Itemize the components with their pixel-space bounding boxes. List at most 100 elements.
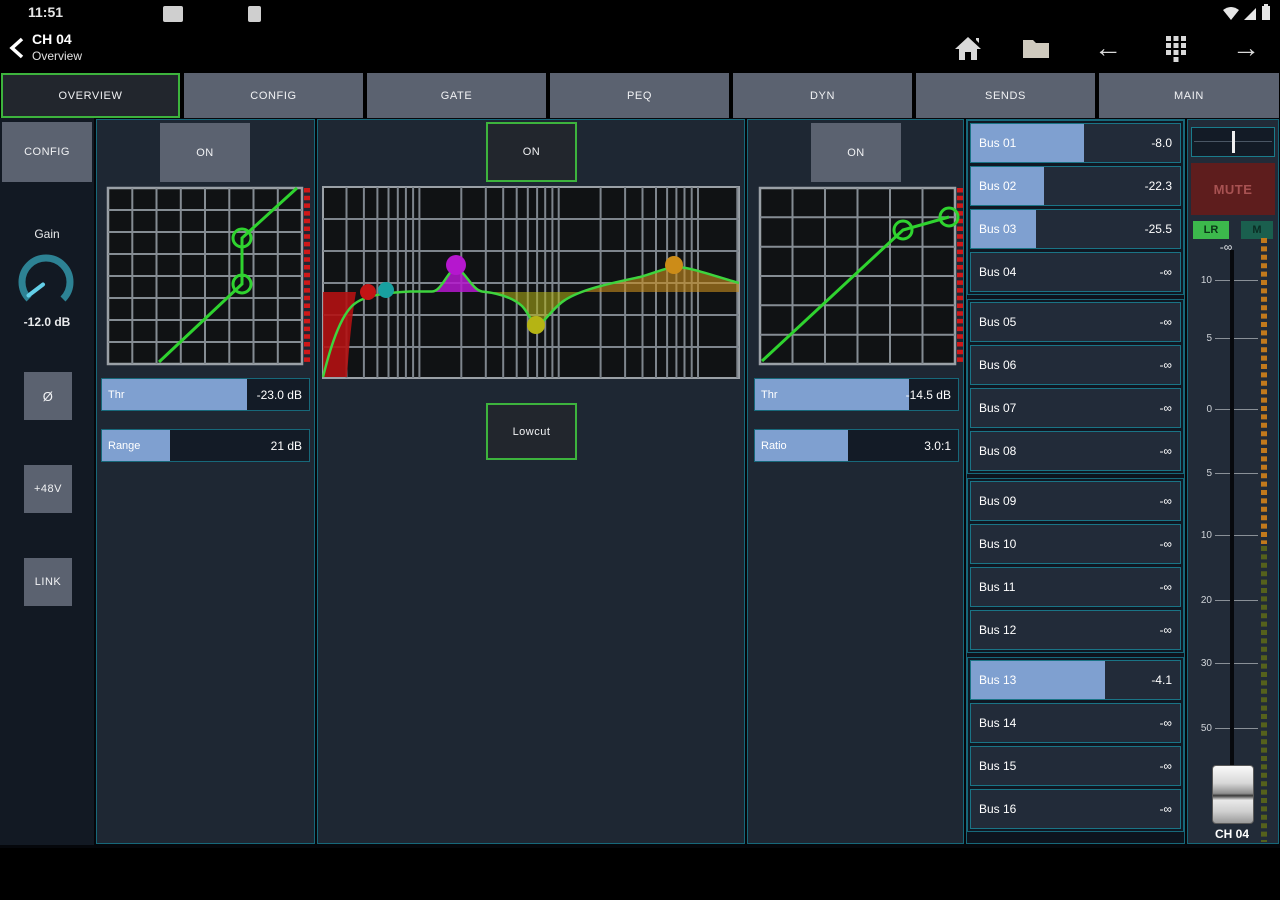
- bus-send-row[interactable]: Bus 09 -∞: [970, 481, 1181, 521]
- bus-send-row[interactable]: Bus 12 -∞: [970, 610, 1181, 650]
- gate-on-button[interactable]: ON: [160, 123, 250, 182]
- dyn-threshold-slider[interactable]: Thr -14.5 dB: [754, 378, 959, 411]
- eq-node-orange[interactable]: [665, 256, 683, 274]
- gain-value: -12.0 dB: [23, 315, 71, 329]
- bus-send-label: Bus 16: [979, 802, 1017, 816]
- dyn-threshold-fill: [755, 379, 910, 410]
- tab-overview[interactable]: OVERVIEW: [1, 73, 180, 118]
- fader-scale-tick: 0: [1192, 402, 1258, 416]
- pan-indicator[interactable]: [1191, 127, 1275, 157]
- bus-send-label: Bus 02: [979, 179, 1017, 193]
- gain-knob[interactable]: [14, 250, 78, 314]
- notification-icon: [163, 6, 183, 22]
- fader-value: -∞: [1219, 240, 1233, 254]
- bus-group: Bus 05 -∞ Bus 06 -∞ Bus 07 -∞ Bus 08 -∞: [967, 299, 1184, 474]
- link-button[interactable]: LINK: [24, 558, 72, 606]
- bus-send-value: -∞: [1159, 358, 1172, 372]
- bus-send-row[interactable]: Bus 15 -∞: [970, 746, 1181, 786]
- fader-scale-tick: 20: [1192, 593, 1258, 607]
- dyn-ratio-slider[interactable]: Ratio 3.0:1: [754, 429, 959, 462]
- page-subtitle: Overview: [32, 49, 83, 63]
- bus-send-row[interactable]: Bus 02 -22.3: [970, 166, 1181, 206]
- dyn-ratio-label: Ratio: [761, 439, 787, 452]
- eq-node-yellow[interactable]: [527, 316, 545, 334]
- lowcut-button[interactable]: Lowcut: [486, 403, 577, 460]
- eq-node-teal[interactable]: [378, 282, 394, 298]
- dyn-on-button[interactable]: ON: [811, 123, 901, 182]
- eq-node-lowcut[interactable]: [360, 284, 376, 300]
- bus-send-row[interactable]: Bus 03 -25.5: [970, 209, 1181, 249]
- bus-send-label: Bus 15: [979, 759, 1017, 773]
- gate-threshold-label: Thr: [108, 388, 125, 401]
- eq-node-magenta[interactable]: [446, 255, 466, 275]
- pan-position-marker: [1232, 131, 1235, 153]
- bus-send-row[interactable]: Bus 05 -∞: [970, 302, 1181, 342]
- bus-send-label: Bus 13: [979, 673, 1017, 687]
- peq-graph[interactable]: [322, 186, 740, 379]
- bus-send-value: -∞: [1159, 315, 1172, 329]
- bus-send-value: -∞: [1159, 716, 1172, 730]
- bus-send-label: Bus 06: [979, 358, 1017, 372]
- back-chevron-icon[interactable]: [8, 36, 26, 60]
- arrow-right-icon[interactable]: →: [1228, 30, 1264, 66]
- bus-send-row[interactable]: Bus 08 -∞: [970, 431, 1181, 471]
- bus-send-label: Bus 11: [979, 580, 1016, 594]
- fader-handle[interactable]: [1212, 765, 1254, 824]
- bus-send-value: -22.3: [1144, 179, 1172, 193]
- fader-scale-tick: 10: [1192, 528, 1258, 542]
- peq-on-button[interactable]: ON: [486, 122, 577, 182]
- home-icon[interactable]: [950, 30, 986, 66]
- phantom-48v-button[interactable]: +48V: [24, 465, 72, 513]
- fader-scale-tick: 5: [1192, 466, 1258, 480]
- bus-send-row[interactable]: Bus 07 -∞: [970, 388, 1181, 428]
- dialpad-icon[interactable]: [1158, 30, 1194, 66]
- bus-send-row[interactable]: Bus 16 -∞: [970, 789, 1181, 829]
- tab-sends[interactable]: SENDS: [916, 73, 1095, 118]
- bus-send-row[interactable]: Bus 01 -8.0: [970, 123, 1181, 163]
- fader-channel-label: CH 04: [1214, 827, 1249, 841]
- gate-threshold-slider[interactable]: Thr -23.0 dB: [101, 378, 310, 411]
- bus-send-value: -∞: [1159, 444, 1172, 458]
- channel-title: CH 04: [32, 31, 72, 47]
- bus-send-value: -25.5: [1144, 222, 1172, 236]
- phase-button[interactable]: Ø: [24, 372, 72, 420]
- arrow-left-icon[interactable]: ←: [1090, 30, 1126, 66]
- bus-send-value: -∞: [1159, 265, 1172, 279]
- bus-send-label: Bus 08: [979, 444, 1017, 458]
- bus-send-label: Bus 14: [979, 716, 1017, 730]
- bus-group: Bus 13 -4.1 Bus 14 -∞ Bus 15 -∞ Bus 16 -∞: [967, 657, 1184, 832]
- bus-send-row[interactable]: Bus 13 -4.1: [970, 660, 1181, 700]
- tab-main[interactable]: MAIN: [1099, 73, 1279, 118]
- dyn-graph[interactable]: [758, 186, 966, 366]
- gate-range-label: Range: [108, 439, 141, 452]
- tab-peq[interactable]: PEQ: [550, 73, 729, 118]
- gate-graph[interactable]: [106, 186, 312, 366]
- bus-send-value: -∞: [1159, 623, 1172, 637]
- bus-send-row[interactable]: Bus 10 -∞: [970, 524, 1181, 564]
- tab-config[interactable]: CONFIG: [184, 73, 363, 118]
- bus-send-row[interactable]: Bus 04 -∞: [970, 252, 1181, 292]
- tab-dyn[interactable]: DYN: [733, 73, 912, 118]
- dyn-threshold-label: Thr: [761, 388, 778, 401]
- lr-assign-badge[interactable]: LR: [1193, 221, 1229, 239]
- gate-range-slider[interactable]: Range 21 dB: [101, 429, 310, 462]
- dyn-threshold-value: -14.5 dB: [905, 387, 951, 402]
- bus-send-row[interactable]: Bus 14 -∞: [970, 703, 1181, 743]
- app-header: CH 04 Overview ← →: [0, 26, 1280, 70]
- bus-send-value: -∞: [1159, 580, 1172, 594]
- bus-send-row[interactable]: Bus 06 -∞: [970, 345, 1181, 385]
- channel-sidebar: CONFIG Gain -12.0 dB Ø +48V LINK: [0, 118, 94, 845]
- bus-send-row[interactable]: Bus 11 -∞: [970, 567, 1181, 607]
- config-button[interactable]: CONFIG: [2, 122, 92, 182]
- bus-send-value: -∞: [1159, 401, 1172, 415]
- gate-threshold-value: -23.0 dB: [256, 387, 302, 402]
- gate-range-value: 21 dB: [270, 438, 302, 453]
- folder-icon[interactable]: [1018, 30, 1054, 66]
- tab-gate[interactable]: GATE: [367, 73, 546, 118]
- level-meter: [1261, 238, 1267, 842]
- mute-button[interactable]: MUTE: [1191, 163, 1275, 215]
- fader-track[interactable]: [1230, 250, 1234, 822]
- bus-send-label: Bus 01: [979, 136, 1017, 150]
- fader-scale-tick: 10: [1192, 273, 1258, 287]
- mixer-app: 11:51 CH 04 Overview ← → OVERVIEW CONFIG…: [0, 0, 1280, 900]
